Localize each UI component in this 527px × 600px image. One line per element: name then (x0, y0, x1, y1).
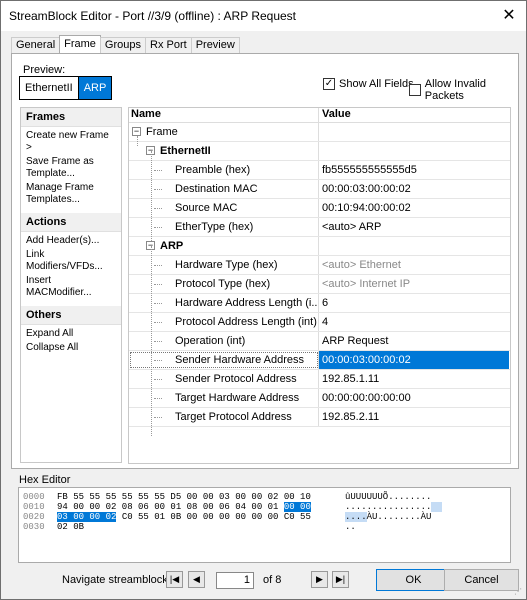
allow-invalid-packets-label: Allow Invalid Packets (424, 78, 486, 102)
field-row[interactable]: EtherType (hex) <auto> ARP (129, 218, 510, 237)
show-all-fields-label: Show All Fields (339, 78, 414, 90)
previous-page-icon[interactable]: ◀ (188, 571, 205, 588)
field-name: Target Hardware Address (175, 392, 300, 404)
action-sidebar: Frames Create new Frame > Save Frame as … (20, 107, 122, 463)
navigate-label: Navigate streamblocks: (62, 574, 177, 586)
add-headers-link[interactable]: Add Header(s)... (21, 234, 121, 248)
field-row[interactable]: Operation (int) ARP Request (129, 332, 510, 351)
field-name: Target Protocol Address (175, 411, 292, 423)
tree-row-arp[interactable]: − ARP (129, 237, 510, 256)
frame-field-grid: Name Value − Frame − EthernetII Preamble… (128, 107, 511, 464)
field-name: Preamble (hex) (175, 164, 251, 176)
tree-label-arp: ARP (160, 240, 184, 252)
hex-row[interactable]: 0000 FB 55 55 55 55 55 55 D5 00 00 03 00… (23, 492, 510, 502)
grid-header: Name Value (129, 108, 510, 123)
hex-editor[interactable]: 0000 FB 55 55 55 55 55 55 D5 00 00 03 00… (18, 487, 511, 563)
first-page-icon[interactable]: |◀ (166, 571, 183, 588)
field-value[interactable]: <auto> ARP (319, 218, 381, 236)
field-name: Sender Hardware Address (175, 354, 305, 366)
field-value[interactable]: 192.85.2.11 (319, 408, 379, 426)
last-page-icon[interactable]: ▶| (332, 571, 349, 588)
page-count-label: of 8 (263, 574, 282, 586)
window-title: StreamBlock Editor - Port //3/9 (offline… (9, 9, 297, 23)
field-row[interactable]: Protocol Address Length (int) 4 (129, 313, 510, 332)
field-name: Hardware Address Length (i... (175, 297, 319, 309)
preview-label: Preview: (23, 64, 66, 76)
section-frames: Frames (21, 108, 121, 127)
tab-preview[interactable]: Preview (190, 37, 240, 53)
section-others: Others (21, 306, 121, 325)
field-value[interactable]: 192.85.1.11 (319, 370, 379, 388)
next-page-icon[interactable]: ▶ (311, 571, 328, 588)
preview-item-ethernet[interactable]: EthernetII (20, 77, 79, 99)
expand-all-link[interactable]: Expand All (21, 327, 121, 341)
field-name: Hardware Type (hex) (175, 259, 278, 271)
field-name: Protocol Type (hex) (175, 278, 271, 290)
tree-row-ethernet[interactable]: − EthernetII (129, 142, 510, 161)
column-header-name[interactable]: Name (129, 108, 319, 122)
field-value[interactable]: ARP Request (319, 332, 388, 350)
resize-grip-icon[interactable]: ⋰ (514, 587, 524, 597)
field-name: Destination MAC (175, 183, 258, 195)
field-value[interactable]: 4 (319, 313, 328, 331)
collapse-icon[interactable]: − (132, 127, 141, 136)
field-value[interactable]: <auto> Ethernet (319, 256, 401, 274)
field-row[interactable]: Protocol Type (hex) <auto> Internet IP (129, 275, 510, 294)
page-number-input[interactable]: 1 (216, 572, 254, 589)
save-frame-template-link[interactable]: Save Frame as Template... (21, 155, 121, 181)
tab-rx-port[interactable]: Rx Port (145, 37, 192, 53)
tree-label-ethernet: EthernetII (160, 145, 211, 157)
link-modifiers-link[interactable]: Link Modifiers/VFDs... (21, 248, 121, 274)
field-name: Sender Protocol Address (175, 373, 297, 385)
preview-header-strip: EthernetII ARP (19, 76, 113, 100)
checkbox-box[interactable] (409, 84, 421, 96)
field-row[interactable]: Destination MAC 00:00:03:00:00:02 (129, 180, 510, 199)
section-actions: Actions (21, 213, 121, 232)
field-name: Protocol Address Length (int) (175, 316, 317, 328)
field-row[interactable]: Target Hardware Address 00:00:00:00:00:0… (129, 389, 510, 408)
allow-invalid-packets-checkbox[interactable]: Allow Invalid Packets (409, 78, 526, 102)
tree-label-frame: Frame (146, 126, 178, 138)
field-value[interactable]: fb555555555555d5 (319, 161, 417, 179)
show-all-fields-checkbox[interactable]: ✓ Show All Fields (323, 78, 414, 90)
cancel-button[interactable]: Cancel (444, 569, 519, 591)
tab-strip: General Frame Groups Rx Port Preview (11, 35, 240, 53)
field-row[interactable]: Hardware Type (hex) <auto> Ethernet (129, 256, 510, 275)
field-name: Operation (int) (175, 335, 246, 347)
field-name: EtherType (hex) (175, 221, 254, 233)
hex-row[interactable]: 0010 94 00 00 02 08 06 00 01 08 00 06 04… (23, 502, 510, 512)
preview-item-arp[interactable]: ARP (78, 77, 112, 99)
field-row-selected[interactable]: Sender Hardware Address 00:00:03:00:00:0… (129, 351, 510, 370)
insert-macmodifier-link[interactable]: Insert MACModifier... (21, 274, 121, 300)
field-value[interactable]: 00:00:03:00:00:02 (319, 180, 411, 198)
manage-frame-templates-link[interactable]: Manage Frame Templates... (21, 181, 121, 207)
tab-general[interactable]: General (11, 37, 61, 53)
field-name: Source MAC (175, 202, 238, 214)
tree-row-frame[interactable]: − Frame (129, 123, 510, 142)
hex-row[interactable]: 0020 03 00 00 02 C0 55 01 0B 00 00 00 00… (23, 512, 510, 522)
field-row[interactable]: Source MAC 00:10:94:00:00:02 (129, 199, 510, 218)
close-icon[interactable]: ✕ (500, 7, 518, 25)
field-value[interactable]: 6 (319, 294, 328, 312)
field-value[interactable]: <auto> Internet IP (319, 275, 410, 293)
field-row[interactable]: Target Protocol Address 192.85.2.11 (129, 408, 510, 427)
collapse-all-link[interactable]: Collapse All (21, 341, 121, 355)
hex-row[interactable]: 0030 02 0B .. (23, 522, 510, 532)
field-value[interactable]: 00:10:94:00:00:02 (319, 199, 411, 217)
create-new-frame-link[interactable]: Create new Frame > (21, 129, 121, 155)
column-header-value[interactable]: Value (319, 108, 351, 122)
streamblock-editor-window: StreamBlock Editor - Port //3/9 (offline… (0, 0, 527, 600)
field-row[interactable]: Sender Protocol Address 192.85.1.11 (129, 370, 510, 389)
checkmark-icon[interactable]: ✓ (323, 78, 335, 90)
title-bar: StreamBlock Editor - Port //3/9 (offline… (1, 1, 526, 31)
tab-groups[interactable]: Groups (99, 37, 146, 53)
tab-frame[interactable]: Frame (59, 35, 101, 53)
field-value[interactable]: 00:00:00:00:00:00 (319, 389, 411, 407)
field-row[interactable]: Hardware Address Length (i... 6 (129, 294, 510, 313)
field-value-selected[interactable]: 00:00:03:00:00:02 (319, 351, 509, 369)
field-row[interactable]: Preamble (hex) fb555555555555d5 (129, 161, 510, 180)
ok-button[interactable]: OK (376, 569, 451, 591)
hex-editor-label: Hex Editor (19, 474, 71, 486)
